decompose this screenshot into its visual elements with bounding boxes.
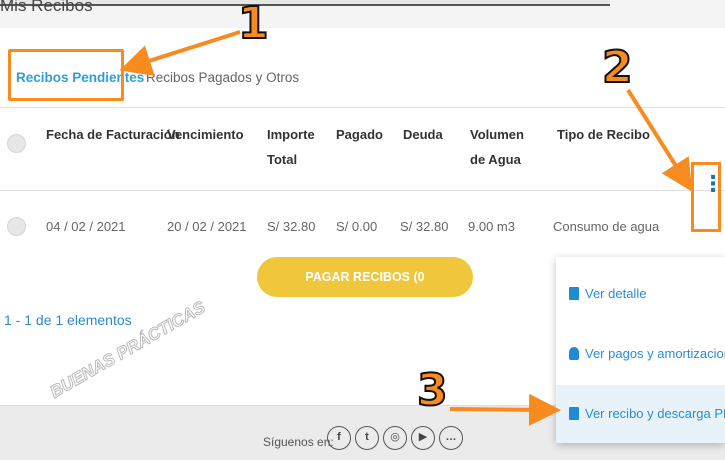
arrow-step2 xyxy=(626,88,693,192)
arrow-step3 xyxy=(449,393,561,426)
annotation-step-2: 2 xyxy=(601,41,634,94)
annotation-step-1: 1 xyxy=(237,0,270,50)
arrow-step1 xyxy=(119,30,241,76)
annotation-step-3: 3 xyxy=(416,364,449,417)
